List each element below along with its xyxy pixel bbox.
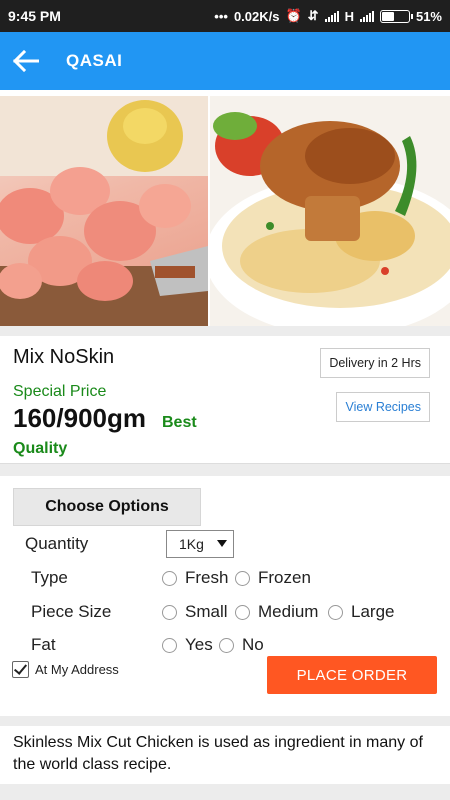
- fat-row: Fat Yes No: [0, 631, 450, 659]
- piece-size-row: Piece Size Small Medium Large: [0, 598, 450, 626]
- radio-icon: [235, 570, 250, 586]
- radio-icon: [328, 604, 343, 620]
- fat-label: Fat: [31, 635, 56, 654]
- biryani-image: [210, 96, 450, 326]
- quantity-row: Quantity 1Kg: [0, 530, 450, 558]
- quantity-value: 1Kg: [179, 536, 204, 552]
- signal-icon: [359, 10, 374, 22]
- choose-options-button[interactable]: Choose Options: [13, 488, 201, 526]
- options-card: Choose Options Quantity 1Kg Type Fresh F…: [0, 476, 450, 716]
- radio-icon: [162, 637, 177, 653]
- type-row: Type Fresh Frozen: [0, 564, 450, 592]
- quality-label: Quality: [13, 440, 68, 457]
- product-price: 160/900gm: [13, 403, 146, 433]
- radio-icon: [219, 637, 234, 653]
- battery-percent: 51%: [415, 8, 442, 24]
- alarm-icon: ⏰: [285, 8, 302, 23]
- radio-label: Small: [185, 602, 228, 621]
- app-bar: QASAI: [0, 32, 450, 90]
- dropdown-arrow-icon: [217, 540, 227, 547]
- radio-label: Frozen: [258, 568, 311, 587]
- no-signal-icon: ⇵: [307, 8, 319, 23]
- fat-no-radio[interactable]: No: [219, 635, 264, 655]
- type-label: Type: [31, 568, 68, 587]
- quantity-label: Quantity: [25, 534, 89, 553]
- radio-label: Fresh: [185, 568, 229, 587]
- best-label: Best: [161, 414, 197, 431]
- product-info-card: Mix NoSkin Special Price 160/900gm Best …: [0, 336, 450, 464]
- product-banner: [0, 90, 450, 326]
- status-time: 9:45 PM: [8, 8, 61, 24]
- back-button[interactable]: [0, 32, 52, 90]
- battery-fill: [381, 11, 394, 21]
- address-label: At My Address: [35, 662, 119, 677]
- product-description: Skinless Mix Cut Chicken is used as ingr…: [0, 726, 450, 784]
- place-order-button[interactable]: PLACE ORDER: [267, 656, 437, 694]
- quantity-select[interactable]: 1Kg: [166, 530, 234, 558]
- radio-label: Medium: [258, 602, 319, 621]
- piece-medium-radio[interactable]: Medium: [235, 602, 318, 622]
- radio-label: No: [242, 635, 264, 654]
- radio-label: Yes: [185, 635, 213, 654]
- piece-small-radio[interactable]: Small: [162, 602, 228, 622]
- radio-label: Large: [351, 602, 395, 621]
- piece-large-radio[interactable]: Large: [328, 602, 394, 622]
- checkbox-checked-icon: [12, 661, 29, 678]
- raw-chicken-image: [0, 96, 208, 326]
- radio-icon: [235, 604, 250, 620]
- network-type: H: [344, 8, 354, 24]
- delivery-badge: Delivery in 2 Hrs: [320, 348, 430, 378]
- view-recipes-button[interactable]: View Recipes: [336, 392, 430, 422]
- signal-icon: [324, 10, 339, 22]
- page-title: QASAI: [66, 51, 123, 70]
- radio-icon: [162, 604, 177, 620]
- type-fresh-radio[interactable]: Fresh: [162, 568, 228, 588]
- network-speed: 0.02K/s: [233, 8, 280, 24]
- radio-icon: [162, 570, 177, 586]
- more-dots-icon: •••: [214, 8, 228, 24]
- status-icons: ••• 0.02K/s ⏰ ⇵ H 51%: [214, 8, 442, 24]
- status-bar: 9:45 PM ••• 0.02K/s ⏰ ⇵ H 51%: [0, 0, 450, 32]
- arrow-left-icon: [13, 50, 39, 72]
- piece-size-label: Piece Size: [31, 602, 112, 621]
- at-my-address-checkbox[interactable]: At My Address: [12, 661, 119, 678]
- fat-yes-radio[interactable]: Yes: [162, 635, 213, 655]
- battery-icon: [379, 9, 413, 23]
- type-frozen-radio[interactable]: Frozen: [235, 568, 311, 588]
